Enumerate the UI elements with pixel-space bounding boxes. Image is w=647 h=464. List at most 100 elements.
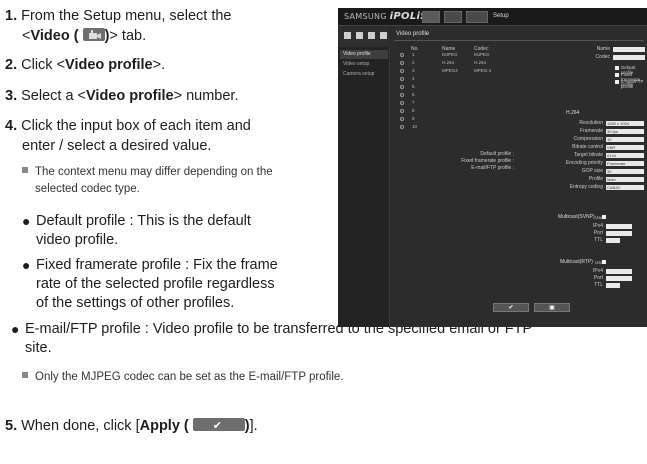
profile-radio[interactable] <box>400 125 404 129</box>
step-1: 1. From the Setup menu, select the <box>5 6 231 26</box>
step-1-line-2: <Video ( )> tab. <box>22 26 146 46</box>
monitor-icon[interactable] <box>422 11 440 23</box>
multicast-svnp-ttl-field[interactable] <box>606 238 620 243</box>
table-row[interactable]: 9 <box>400 116 500 123</box>
step-text: >. <box>152 57 166 73</box>
fixed-framerate-checkbox[interactable] <box>615 73 619 77</box>
default-profile-label: Default profile : <box>480 151 514 157</box>
profile-radio[interactable] <box>400 117 404 121</box>
profile-radio[interactable] <box>400 109 404 113</box>
bullet-default-profile: ● Default profile : This is the default … <box>22 212 342 250</box>
divider <box>394 40 644 41</box>
step-bold-text: Video ( <box>30 28 79 44</box>
gear-icon[interactable] <box>466 11 488 23</box>
event-icon[interactable] <box>368 32 375 39</box>
setting-label: GOP size <box>581 168 603 174</box>
table-row[interactable]: 6 <box>400 92 500 99</box>
profile-radio[interactable] <box>400 77 404 81</box>
port-label: Port <box>593 275 603 281</box>
email-ftp-label: E-mail/FTP profile : <box>471 165 514 171</box>
profile-radio[interactable] <box>400 69 404 73</box>
brand-text: SAMSUNG <box>344 12 387 21</box>
step-text: When done, click [ <box>21 418 140 434</box>
setting-label: Target bitrate <box>573 152 603 158</box>
codec-select[interactable] <box>613 55 645 60</box>
table-row[interactable]: 4 <box>400 76 500 83</box>
step-5: 5. When done, click [Apply ( ✔)]. <box>5 416 258 436</box>
table-row[interactable]: 8 <box>400 108 500 115</box>
multicast-svnp-port-field[interactable] <box>606 231 632 236</box>
row-number: 2 <box>412 60 415 65</box>
setting-label: Profile <box>588 176 603 182</box>
multicast-svnp-title: Multicast(SVNP) <box>558 214 595 220</box>
step-4: 4. Click the input box of each item and <box>5 116 251 136</box>
profile-radio[interactable] <box>400 53 404 57</box>
table-row[interactable]: 1 MJPEG MJPEG <box>400 52 500 59</box>
row-number: 3 <box>412 68 415 73</box>
check-icon: ✔ <box>508 305 514 311</box>
default-profile-checkbox[interactable] <box>615 66 619 70</box>
row-number: 5 <box>412 84 415 89</box>
step-bold-text: Video profile <box>65 57 153 73</box>
row-codec: MPEG-4 <box>474 68 492 73</box>
multicast-rtp-ttl-field[interactable] <box>606 283 620 288</box>
check-icon: ✔ <box>212 419 222 432</box>
video-icon[interactable] <box>344 32 351 39</box>
setting-field[interactable]: VBR <box>606 145 644 150</box>
table-row[interactable]: 10 <box>400 124 500 131</box>
step-number: 1. <box>5 8 18 24</box>
table-row[interactable]: 3 MPEG4 MPEG-4 <box>400 68 500 75</box>
step-text: Click the input box of each item and <box>21 118 251 134</box>
setting-field[interactable]: CABAC <box>606 185 644 190</box>
profile-radio[interactable] <box>400 85 404 89</box>
setting-field[interactable]: 1280 x 1024 <box>606 121 644 126</box>
row-name: H.264 <box>442 60 455 65</box>
table-row[interactable]: 2 H.264 H.264 <box>400 60 500 67</box>
nav-item-video-profile[interactable]: Video profile <box>340 50 388 59</box>
note: The context menu may differ depending on… <box>22 164 273 181</box>
fixed-framerate-label: Fixed framerate profile : <box>461 158 514 164</box>
checkbox-label: E-mail/FTP profile <box>621 79 644 89</box>
square-bullet-icon <box>22 372 28 378</box>
multicast-rtp-ipv4-field[interactable] <box>606 269 632 274</box>
bullet-text: Fixed framerate profile : Fix the frame <box>36 257 278 273</box>
email-ftp-checkbox[interactable] <box>615 80 619 84</box>
profile-radio[interactable] <box>400 101 404 105</box>
setting-field[interactable]: 30 <box>606 169 644 174</box>
step-number: 2. <box>5 57 18 73</box>
multicast-rtp-checkbox[interactable] <box>602 260 606 264</box>
ipv4-label: IPv4 <box>592 223 603 229</box>
codec-label: Codec <box>595 54 610 60</box>
table-row[interactable]: 5 <box>400 84 500 91</box>
row-number: 6 <box>412 92 415 97</box>
multicast-svnp-ipv4-field[interactable] <box>606 224 632 229</box>
cancel-button[interactable]: ▣ <box>534 303 570 312</box>
setting-label: Encoding priority <box>565 160 603 166</box>
setting-field[interactable]: Main <box>606 177 644 182</box>
search-icon[interactable] <box>444 11 462 23</box>
row-number: 10 <box>412 124 418 129</box>
bullet-text: of the settings of other profiles. <box>36 295 235 311</box>
nav-item-camera-setup[interactable]: Camera setup <box>340 70 388 79</box>
profile-radio[interactable] <box>400 93 404 97</box>
multicast-rtp-port-field[interactable] <box>606 276 632 281</box>
step-2: 2. Click <Video profile>. <box>5 55 165 75</box>
system-icon[interactable] <box>380 32 387 39</box>
codec-section-title: H.264 <box>566 110 580 116</box>
network-icon[interactable] <box>356 32 363 39</box>
setting-field[interactable]: 10 <box>606 137 644 142</box>
name-field[interactable] <box>613 47 645 52</box>
setting-field[interactable]: Framerate <box>606 161 644 166</box>
nav-item-video-setup[interactable]: Video setup <box>340 60 388 69</box>
setting-field[interactable]: 6144 <box>606 153 644 158</box>
multicast-svnp-checkbox[interactable] <box>602 215 606 219</box>
multicast-rtp-title: Multicast(RTP) <box>560 259 593 265</box>
step-number: 3. <box>5 88 18 104</box>
profile-radio[interactable] <box>400 61 404 65</box>
apply-button[interactable]: ✔ <box>493 303 529 312</box>
setting-field[interactable]: 30 fps <box>606 129 644 134</box>
table-row[interactable]: 7 <box>400 100 500 107</box>
bullet-text: rate of the selected profile regardless <box>36 276 275 292</box>
brand-logo: SAMSUNG iPOLiS <box>344 11 428 22</box>
video-icon <box>82 28 105 41</box>
